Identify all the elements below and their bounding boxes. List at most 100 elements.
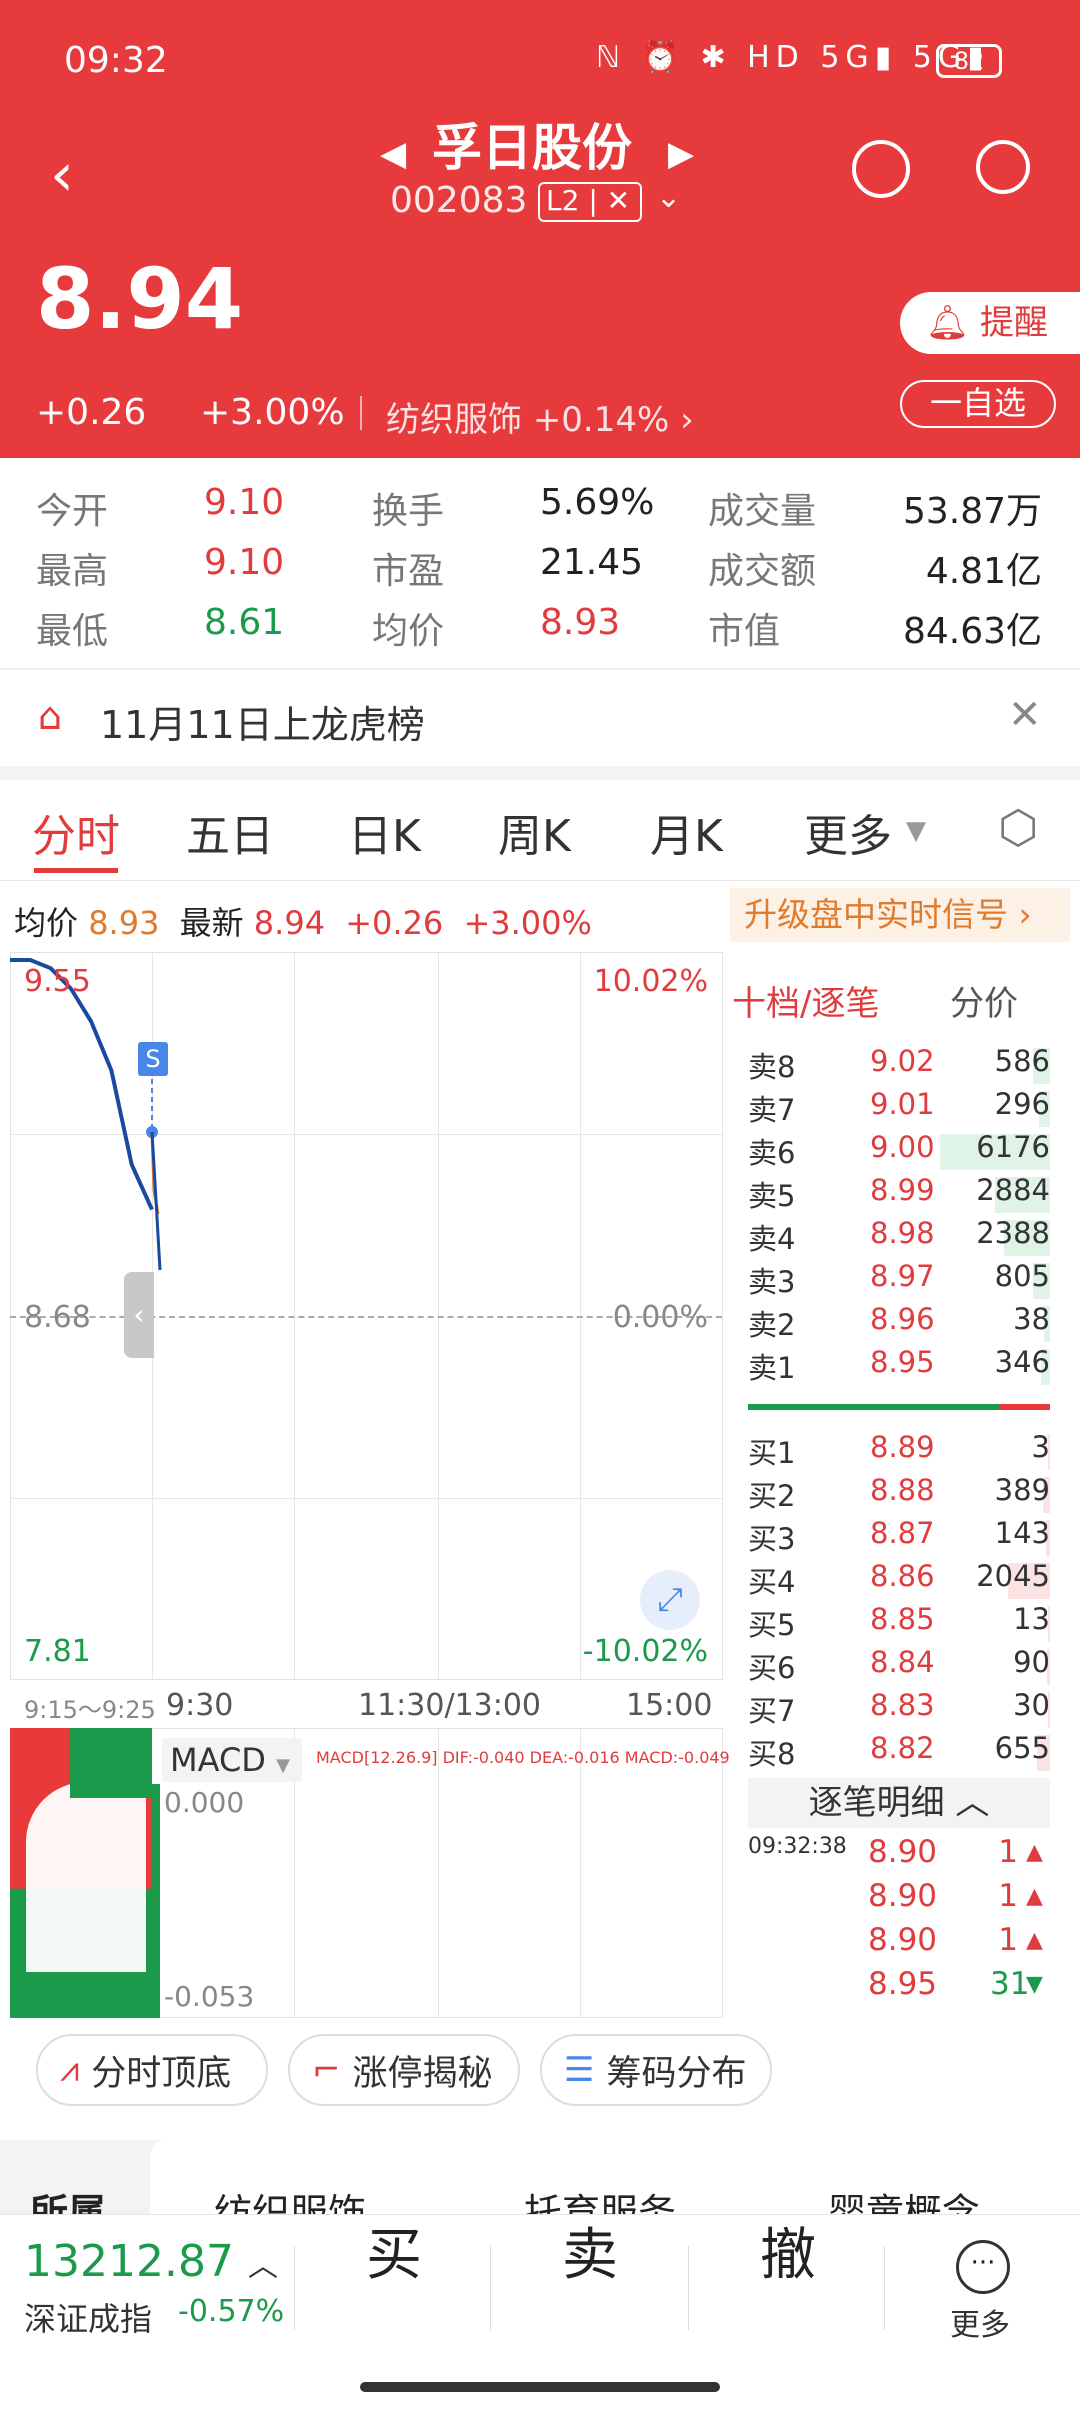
tool-label: 分时顶底 — [91, 2053, 232, 2094]
chevron-down-icon: ▼ — [276, 1755, 290, 1776]
bid-row[interactable]: 买2 8.88 389 — [748, 1473, 1050, 1516]
ask-level: 卖8 — [748, 1050, 796, 1084]
ask-level: 卖7 — [748, 1093, 796, 1127]
trade-direction-icon: ▼ — [1026, 1972, 1043, 1997]
trade-detail-title: 逐笔明细 — [808, 1783, 945, 1823]
ask-volume: 805 — [994, 1259, 1050, 1293]
ask-row[interactable]: 卖4 8.98 2388 — [748, 1216, 1050, 1259]
bid-level: 买5 — [748, 1608, 796, 1642]
ask-row[interactable]: 卖8 9.02 586 — [748, 1044, 1050, 1087]
ask-volume: 2388 — [976, 1216, 1050, 1250]
macd-params: MACD[12.26.9] DIF:-0.040 DEA:-0.016 MACD… — [316, 1748, 730, 1767]
bid-row[interactable]: 买1 8.89 3 — [748, 1430, 1050, 1473]
trade-price: 8.90 — [868, 1922, 938, 1958]
ask-row[interactable]: 卖2 8.96 38 — [748, 1302, 1050, 1345]
ask-level: 卖3 — [748, 1265, 796, 1299]
bid-row[interactable]: 买4 8.86 2045 — [748, 1559, 1050, 1602]
ask-price: 8.98 — [870, 1216, 935, 1250]
bid-volume: 3 — [1031, 1430, 1050, 1464]
bid-volume: 389 — [994, 1473, 1050, 1507]
index-pct: -0.57% — [178, 2294, 285, 2329]
macd-bar — [152, 1784, 160, 2018]
y-min-label: 7.81 — [24, 1634, 91, 1669]
trade-volume: 31 — [990, 1966, 1030, 2002]
trade-volume: 1 — [998, 1922, 1018, 1958]
ask-level: 卖5 — [748, 1179, 796, 1213]
chevron-up-icon: ︿ — [955, 1783, 990, 1823]
bid-level: 买4 — [748, 1565, 796, 1599]
collapse-handle[interactable]: ‹ — [124, 1272, 154, 1358]
ask-level: 卖2 — [748, 1308, 796, 1342]
ask-row[interactable]: 卖5 8.99 2884 — [748, 1173, 1050, 1216]
ask-level: 卖6 — [748, 1136, 796, 1170]
bid-price: 8.89 — [870, 1430, 935, 1464]
bid-row[interactable]: 买8 8.82 655 — [748, 1731, 1050, 1774]
index-value: 13212.87 — [24, 2236, 234, 2287]
trade-time: 09:32:38 — [748, 1834, 847, 1859]
orderbook-title[interactable]: 十档/逐笔 — [732, 976, 879, 1025]
index-value-row[interactable]: 13212.87 ︿ — [24, 2236, 278, 2287]
ratio-bar-buy — [748, 1404, 1000, 1410]
ratio-bar-sell — [1000, 1404, 1050, 1410]
price-drop-line — [150, 1131, 162, 1271]
ask-row[interactable]: 卖1 8.95 346 — [748, 1345, 1050, 1388]
more-icon[interactable]: ··· — [956, 2240, 1010, 2294]
signal-marker[interactable]: S — [138, 1042, 168, 1076]
bid-price: 8.86 — [870, 1559, 935, 1593]
chart-icon: ⌐ — [312, 2050, 341, 2090]
ask-price: 8.99 — [870, 1173, 935, 1207]
trade-price: 8.95 — [868, 1966, 938, 2002]
bid-level: 买8 — [748, 1737, 796, 1771]
tool-chip-distribution[interactable]: ☰ 筹码分布 — [540, 2034, 772, 2106]
x-label-close: 15:00 — [626, 1688, 713, 1723]
trade-volume: 1 — [998, 1834, 1018, 1870]
bid-price: 8.85 — [870, 1602, 935, 1636]
bid-row[interactable]: 买3 8.87 143 — [748, 1516, 1050, 1559]
bid-price: 8.87 — [870, 1516, 935, 1550]
grid-line — [438, 1728, 439, 2018]
bid-volume: 90 — [1013, 1645, 1050, 1679]
bid-level: 买2 — [748, 1479, 796, 1513]
bid-volume: 2045 — [976, 1559, 1050, 1593]
ask-row[interactable]: 卖3 8.97 805 — [748, 1259, 1050, 1302]
bid-row[interactable]: 买5 8.85 13 — [748, 1602, 1050, 1645]
macd-label: MACD — [170, 1741, 266, 1779]
macd-bottom-label: -0.053 — [164, 1980, 255, 2013]
more-label[interactable]: 更多 — [950, 2300, 1010, 2344]
tool-label: 筹码分布 — [606, 2053, 747, 2094]
bid-row[interactable]: 买7 8.83 30 — [748, 1688, 1050, 1731]
ask-row[interactable]: 卖7 9.01 296 — [748, 1087, 1050, 1130]
bid-volume: 13 — [1013, 1602, 1050, 1636]
ask-price: 8.95 — [870, 1345, 935, 1379]
bid-price: 8.88 — [870, 1473, 935, 1507]
pct-max-label: 10.02% — [593, 964, 708, 999]
bid-row[interactable]: 买6 8.84 90 — [748, 1645, 1050, 1688]
ask-row[interactable]: 卖6 9.00 6176 — [748, 1130, 1050, 1173]
pct-mid-label: 0.00% — [612, 1300, 708, 1335]
tool-limit-up[interactable]: ⌐ 涨停揭秘 — [288, 2034, 520, 2106]
y-max-label: 9.55 — [24, 964, 91, 999]
macd-bars — [70, 1728, 152, 1798]
bid-level: 买7 — [748, 1694, 796, 1728]
cancel-order-button[interactable]: 撤 — [760, 2210, 816, 2291]
price-distribution-tab[interactable]: 分价 — [950, 976, 1018, 1025]
buy-button[interactable]: 买 — [366, 2210, 422, 2291]
macd-selector[interactable]: MACD ▼ — [162, 1738, 302, 1782]
pct-min-label: -10.02% — [582, 1634, 708, 1669]
ask-volume: 2884 — [976, 1173, 1050, 1207]
tool-label: 涨停揭秘 — [352, 2053, 493, 2094]
ask-price: 8.97 — [870, 1259, 935, 1293]
ask-price: 8.96 — [870, 1302, 935, 1336]
fullscreen-icon[interactable]: ⤢ — [640, 1570, 700, 1630]
bid-volume: 143 — [994, 1516, 1050, 1550]
tool-intraday-top-bottom[interactable]: ⩘ 分时顶底 — [36, 2034, 268, 2106]
divider — [294, 2246, 295, 2330]
ask-price: 9.01 — [870, 1087, 935, 1121]
trade-detail-header[interactable]: 逐笔明细 ︿ — [748, 1778, 1050, 1828]
ask-volume: 38 — [1013, 1302, 1050, 1336]
sell-button[interactable]: 卖 — [562, 2210, 618, 2291]
ask-price: 9.02 — [870, 1044, 935, 1078]
index-name: 深证成指 — [24, 2300, 153, 2338]
trend-icon: ⩘ — [60, 2050, 80, 2090]
ask-volume: 6176 — [976, 1130, 1050, 1164]
